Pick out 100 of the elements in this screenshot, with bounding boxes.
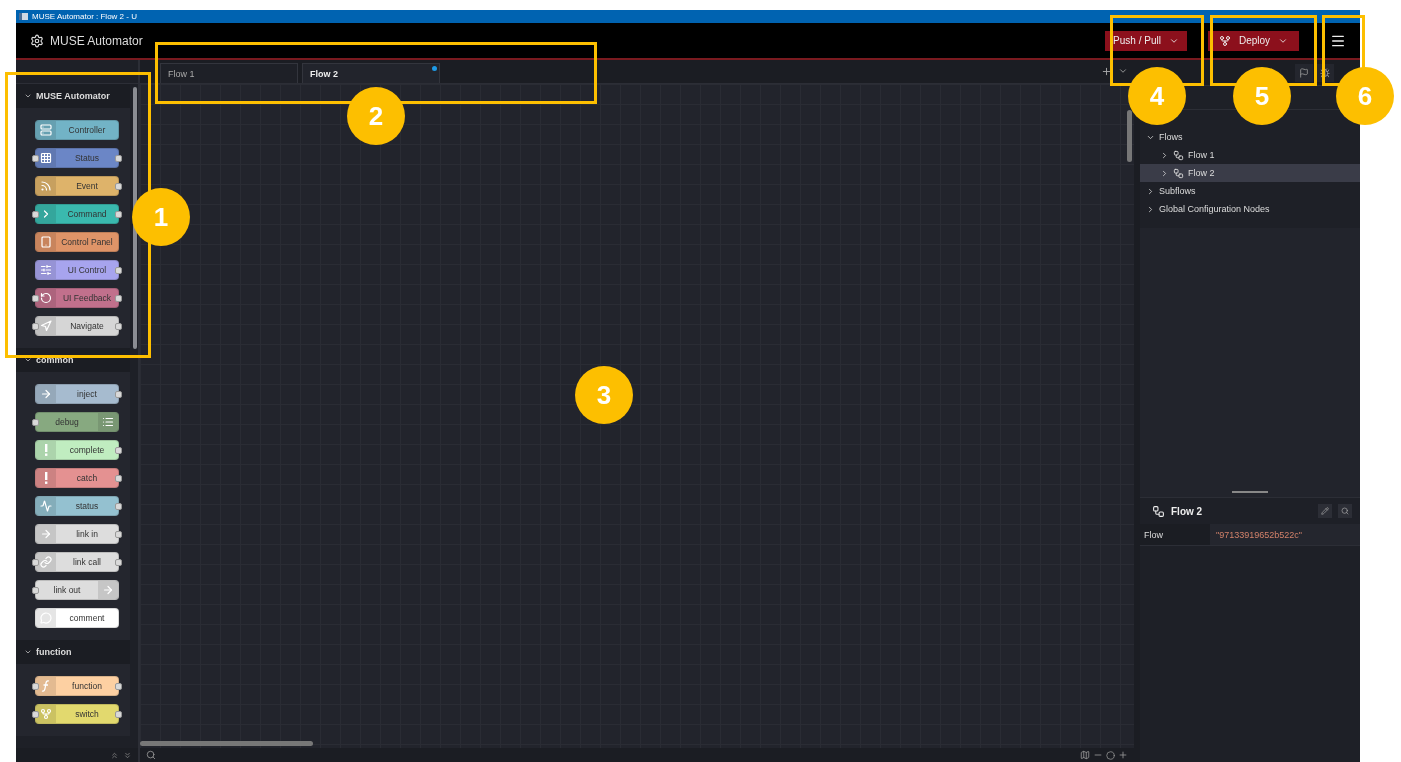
output-port [115,267,122,274]
output-port [115,559,122,566]
input-port [32,559,39,566]
palette-node[interactable]: complete [35,440,119,460]
palette-node[interactable]: Event [35,176,119,196]
fork-icon [40,708,52,720]
comment-icon [40,612,52,624]
palette-node[interactable]: link call [35,552,119,572]
flow-icon [1173,149,1184,161]
pulse-icon [40,500,52,512]
tree-item[interactable]: Flows [1140,128,1360,146]
navigation-icon [40,320,52,332]
tree-item[interactable]: Subflows [1140,182,1360,200]
input-port [32,683,39,690]
flow-tab[interactable]: Flow 2 [302,63,440,83]
app-name: MUSE Automator [50,33,143,48]
flow-icon [1173,167,1184,179]
palette-node[interactable]: status [35,496,119,516]
palette-node[interactable]: link out [35,580,119,600]
input-port [32,211,39,218]
add-icon[interactable] [1101,65,1112,77]
map-icon[interactable] [1080,750,1090,760]
scrollbar[interactable] [140,741,313,746]
palette-node[interactable]: catch [35,468,119,488]
palette-node[interactable]: Command [35,204,119,224]
palette-node[interactable]: function [35,676,119,696]
input-port [32,587,39,594]
deploy-button[interactable]: Deploy [1208,30,1299,51]
details-title: Flow 2 [1171,505,1203,517]
input-port [32,323,39,330]
palette-node[interactable]: link in [35,524,119,544]
chevron-icon [24,356,32,364]
output-port [115,447,122,454]
scrollbar[interactable] [133,87,137,349]
zoom-in-icon[interactable] [1118,750,1128,760]
input-port [32,295,39,302]
property-key: Flow [1140,524,1210,545]
palette-node[interactable]: Navigate [35,316,119,336]
arrow-icon [40,388,52,400]
output-port [115,503,122,510]
output-port [115,391,122,398]
output-port [115,295,122,302]
flow-tab[interactable]: Flow 1 [160,63,298,83]
expand-icon[interactable] [123,750,132,760]
tree-item[interactable]: Flow 1 [1140,146,1360,164]
window-title: MUSE Automator : Flow 2 - U [32,12,137,21]
flag-icon[interactable] [1295,63,1313,82]
search-icon[interactable] [146,750,156,760]
output-port [115,183,122,190]
input-port [32,711,39,718]
gear-icon [30,33,44,48]
palette-node[interactable]: inject [35,384,119,404]
output-port [115,683,122,690]
arrow-icon [102,584,114,596]
flow-icon [1152,504,1165,518]
palette-node[interactable]: Status [35,148,119,168]
grid-icon [40,152,52,164]
zoom-reset-icon[interactable] [1106,750,1115,760]
palette-node[interactable]: comment [35,608,119,628]
function-icon [41,680,51,692]
chevron-icon [24,92,32,100]
palette-node[interactable]: debug [35,412,119,432]
arrow-icon [40,528,52,540]
palette-node[interactable]: Controller [35,120,119,140]
caret-icon[interactable] [1118,66,1128,76]
push-pull-button[interactable]: Push / Pull [1105,30,1187,51]
category-header[interactable]: common [16,348,130,372]
collapse-icon[interactable] [110,750,119,760]
deploy-icon [1218,34,1231,47]
tree-item[interactable]: Flow 2 [1140,164,1360,182]
output-port [115,211,122,218]
scrollbar[interactable] [1127,110,1132,162]
tablet-icon [40,236,52,248]
output-port [115,155,122,162]
resize-handle[interactable] [1232,491,1268,493]
list-icon [102,416,114,428]
output-port [115,711,122,718]
output-port [115,323,122,330]
link-icon [40,556,52,568]
palette-node[interactable]: UI Control [35,260,119,280]
search-icon[interactable] [1338,504,1352,518]
sliders-icon [40,264,52,276]
input-port [32,419,39,426]
category-header[interactable]: function [16,640,130,664]
property-value: "97133919652b522c" [1210,524,1360,545]
palette-node[interactable]: switch [35,704,119,724]
tree-item[interactable]: Global Configuration Nodes [1140,200,1360,218]
output-port [115,531,122,538]
category-header[interactable]: MUSE Automator [16,84,130,108]
edit-icon[interactable] [1318,504,1332,518]
server-icon [40,124,52,136]
palette-node[interactable]: UI Feedback [35,288,119,308]
rotate-icon [40,292,52,304]
chevron-icon [24,648,32,656]
output-port [115,475,122,482]
rss-icon [40,180,52,192]
app-icon [19,13,28,20]
input-port [32,155,39,162]
callout-number: 6 [1336,67,1394,125]
palette-node[interactable]: Control Panel [35,232,119,252]
